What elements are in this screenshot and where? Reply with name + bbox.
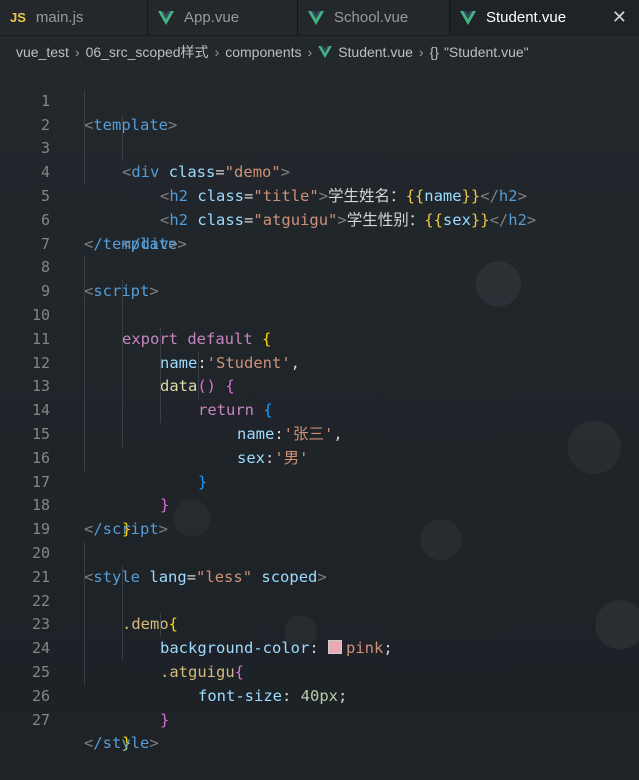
chevron-right-icon: › [214, 44, 220, 60]
code-line[interactable]: 11 data() { [0, 303, 639, 395]
breadcrumb: vue_test › 06_src_scoped样式 › components … [0, 38, 639, 66]
code-line[interactable]: 19 [0, 494, 639, 538]
vue-file-icon [318, 46, 333, 58]
vue-file-icon [460, 10, 476, 25]
vue-file-icon [308, 10, 324, 25]
breadcrumb-project[interactable]: vue_test [16, 44, 69, 60]
code-line[interactable]: 20 <style lang="less" scoped> [0, 518, 639, 586]
chevron-right-icon: › [74, 44, 80, 60]
breadcrumb-folder[interactable]: 06_src_scoped样式 [86, 42, 209, 62]
close-icon[interactable]: ✕ [612, 7, 627, 28]
breadcrumb-file[interactable]: Student.vue [338, 44, 413, 60]
vue-file-icon [158, 10, 174, 25]
tab-school-vue[interactable]: School.vue [298, 0, 450, 35]
tab-main-js[interactable]: JS main.js [0, 0, 148, 35]
code-line[interactable]: 5 </div> [0, 161, 639, 253]
code-line[interactable]: 18 </script> [0, 471, 639, 538]
code-line[interactable]: 27 </style> [0, 685, 639, 753]
tab-student-vue[interactable]: Student.vue ✕ [450, 0, 639, 35]
code-line[interactable]: 22 background-color: pink; [0, 565, 639, 657]
code-token: /style [93, 734, 150, 753]
code-editor[interactable]: 1 <template> 2 <div class="demo"> 3 <h2 … [0, 66, 639, 753]
code-line[interactable]: 9 export default { [0, 256, 639, 348]
line-number: 27 [31, 710, 50, 729]
code-line[interactable]: 15 } [0, 399, 639, 491]
code-line[interactable]: 2 <div class="demo"> [0, 89, 639, 181]
code-line[interactable]: 8 <script> [0, 233, 639, 300]
code-line[interactable]: 21 .demo{ [0, 541, 639, 633]
chevron-right-icon: › [418, 44, 424, 60]
tab-app-vue[interactable]: App.vue [148, 0, 298, 35]
symbol-braces-icon: {} [429, 44, 439, 60]
code-line[interactable]: 14 sex:'男' [0, 375, 639, 467]
code-line[interactable]: 26 } [0, 660, 639, 752]
code-line[interactable]: 17 } [0, 446, 639, 538]
tab-label: main.js [35, 9, 84, 26]
tab-bar: JS main.js App.vue School.vue Student.vu… [0, 0, 639, 36]
code-line[interactable]: 25 } [0, 637, 639, 729]
code-line[interactable]: 1 <template> [0, 66, 639, 134]
code-line[interactable]: 7 [0, 209, 639, 253]
breadcrumb-subfolder[interactable]: components [225, 44, 301, 60]
breadcrumb-symbol[interactable]: "Student.vue" [444, 44, 529, 60]
tab-label: School.vue [334, 9, 409, 26]
code-line[interactable]: 6 </template> [0, 185, 639, 253]
tab-label: App.vue [184, 9, 240, 26]
code-line[interactable]: 4 <h2 class="atguigu">学生性别：{{sex}}</h2> [0, 137, 639, 229]
code-line[interactable]: 3 <h2 class="title">学生姓名：{{name}}</h2> [0, 113, 639, 205]
code-line[interactable]: 23 .atguigu{ [0, 589, 639, 681]
code-line[interactable]: 12 return { [0, 327, 639, 419]
code-line[interactable]: 10 name:'Student', [0, 280, 639, 372]
tab-label: Student.vue [486, 9, 567, 26]
code-line[interactable]: 24 font-size: 40px; [0, 613, 639, 705]
js-file-icon: JS [10, 10, 26, 25]
code-line[interactable]: 13 name:'张三', [0, 351, 639, 443]
chevron-right-icon: › [307, 44, 313, 60]
code-line[interactable]: 16 } [0, 422, 639, 514]
